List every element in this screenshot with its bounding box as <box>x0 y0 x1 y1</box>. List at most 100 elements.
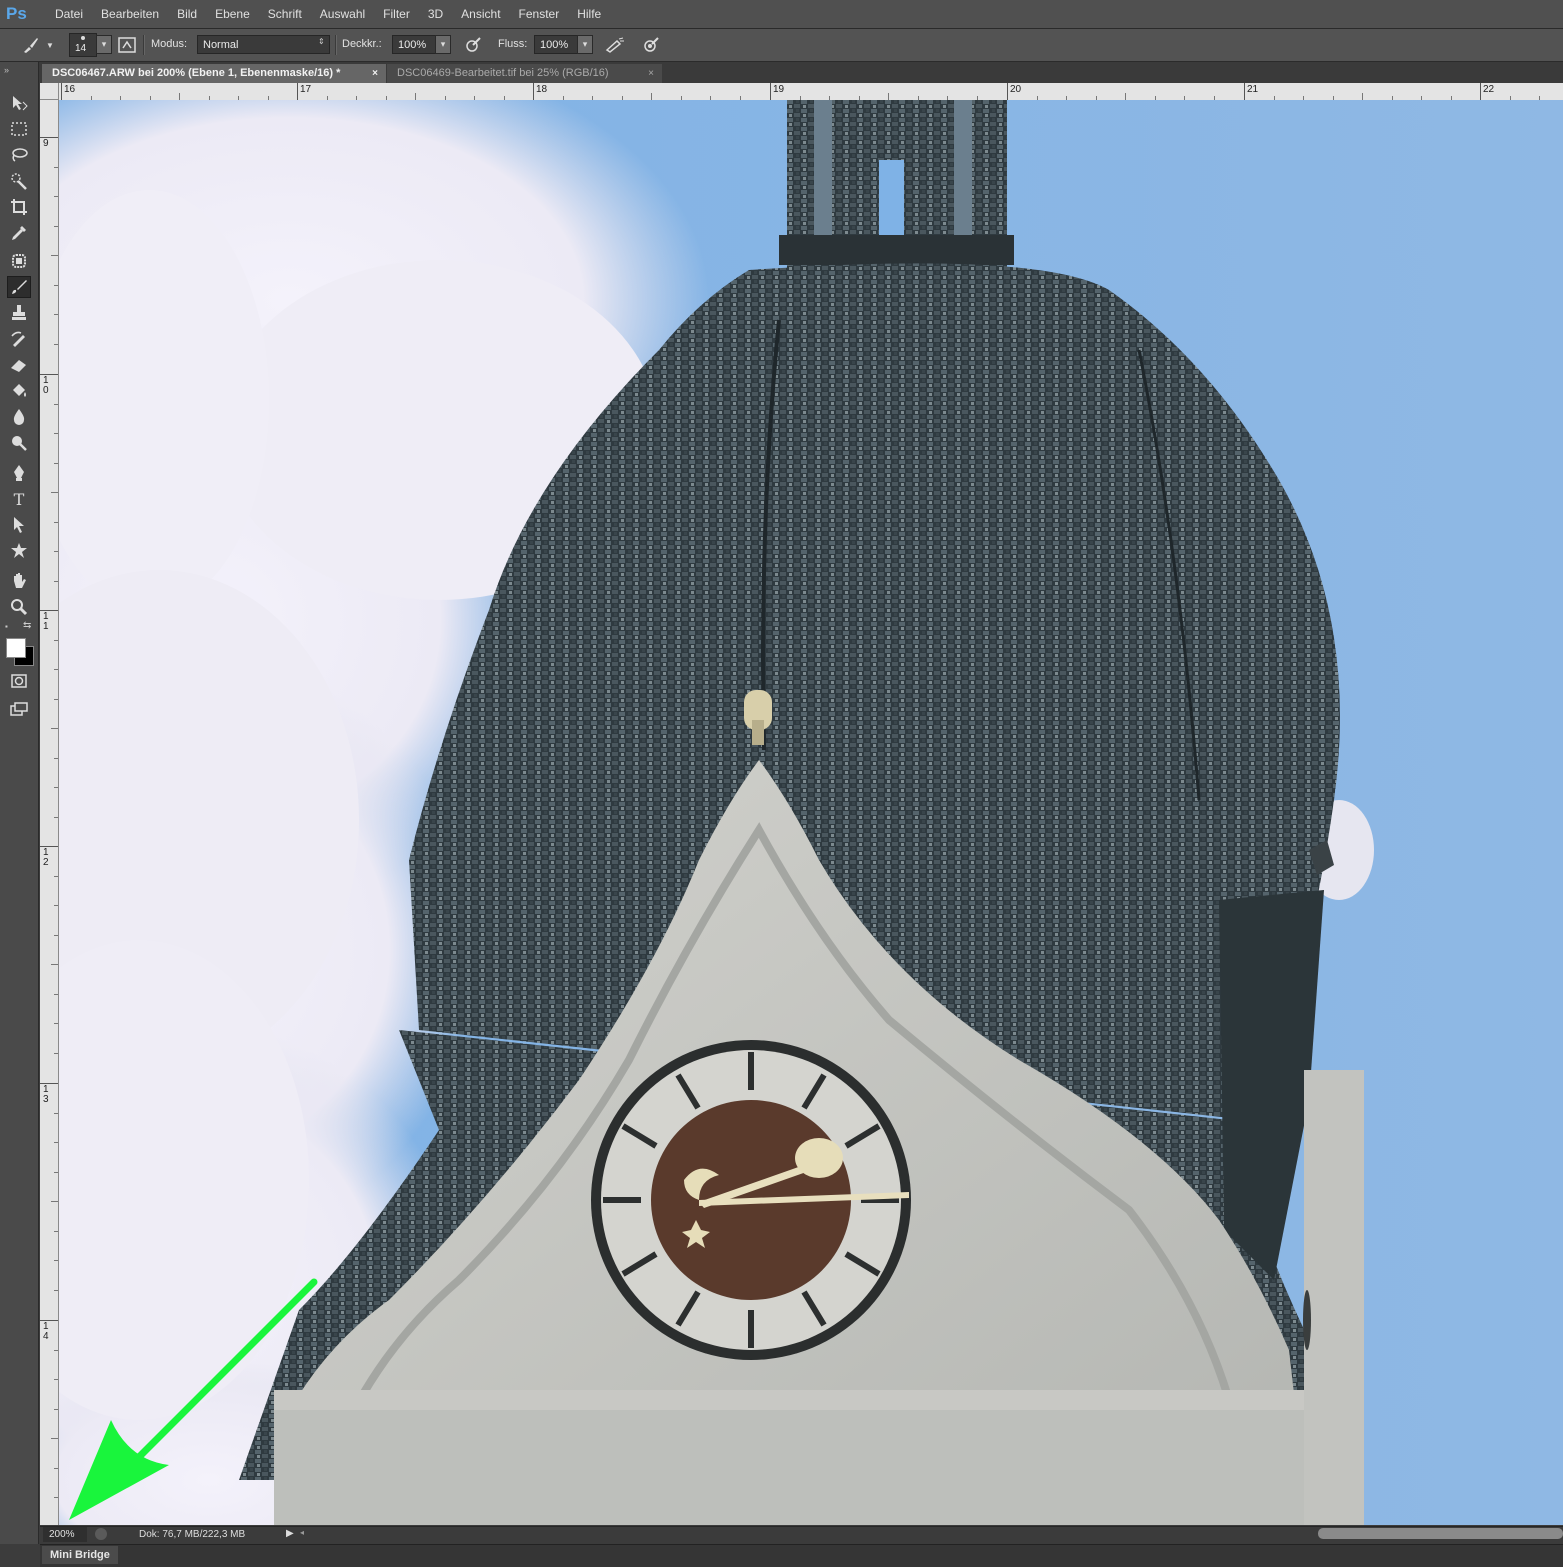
spot-healing-icon[interactable] <box>7 250 31 272</box>
horizontal-scrollbar-thumb[interactable] <box>1318 1528 1563 1539</box>
paint-bucket-icon[interactable] <box>7 380 31 402</box>
menu-bearbeiten[interactable]: Bearbeiten <box>92 0 168 28</box>
ruler-minor-tick <box>54 1053 58 1054</box>
brush-size-picker[interactable]: 14 <box>69 33 97 57</box>
clone-stamp-icon[interactable] <box>7 302 31 324</box>
ruler-minor-tick <box>54 522 58 523</box>
quick-selection-icon[interactable] <box>7 170 31 192</box>
ruler-minor-tick <box>54 551 58 552</box>
close-tab-icon[interactable]: × <box>648 64 654 83</box>
ruler-minor-tick <box>54 758 58 759</box>
move-tool-icon[interactable] <box>7 92 31 114</box>
ruler-minor-tick <box>888 93 889 100</box>
ruler-minor-tick <box>415 93 416 100</box>
ruler-minor-tick <box>54 1231 58 1232</box>
ruler-minor-tick <box>54 581 58 582</box>
path-selection-icon[interactable] <box>7 514 31 536</box>
ruler-minor-tick <box>54 935 58 936</box>
menu-schrift[interactable]: Schrift <box>259 0 311 28</box>
ruler-label: 9 <box>43 138 49 149</box>
menu-hilfe[interactable]: Hilfe <box>568 0 610 28</box>
ruler-minor-tick <box>54 226 58 227</box>
quick-mask-icon[interactable] <box>7 670 31 692</box>
brush-preset-dropdown-icon[interactable]: ▼ <box>44 34 56 56</box>
ruler-label: 22 <box>1483 84 1495 95</box>
pressure-size-icon[interactable] <box>640 34 662 56</box>
status-flyout-arrow-icon[interactable]: ▶ <box>286 1528 294 1539</box>
hand-icon[interactable] <box>7 570 31 592</box>
brush-tool-icon[interactable] <box>7 276 31 298</box>
menu-filter[interactable]: Filter <box>374 0 419 28</box>
blur-icon[interactable] <box>7 406 31 428</box>
brush-preset-icon[interactable] <box>18 34 44 56</box>
scroll-left-icon[interactable]: ◂ <box>300 1528 304 1537</box>
flow-input[interactable]: 100% <box>534 35 578 54</box>
rectangular-marquee-icon[interactable] <box>7 118 31 140</box>
brush-panel-icon[interactable] <box>116 34 138 56</box>
dodge-icon[interactable] <box>7 432 31 454</box>
mode-select-arrows-icon: ⇕ <box>318 37 325 46</box>
opacity-label: Deckkr.: <box>342 38 382 50</box>
ruler-minor-tick <box>54 640 58 641</box>
zoom-icon[interactable] <box>7 596 31 618</box>
brush-size-dropdown[interactable]: ▾ <box>96 35 112 54</box>
default-colors-icon[interactable]: ▪ <box>5 622 8 631</box>
airbrush-icon[interactable] <box>604 34 626 56</box>
opacity-input[interactable]: 100% <box>392 35 436 54</box>
foreground-color-swatch[interactable] <box>6 638 26 658</box>
pen-icon[interactable] <box>7 462 31 484</box>
ruler-minor-tick <box>54 1023 58 1024</box>
menu-ansicht[interactable]: Ansicht <box>452 0 509 28</box>
menu-ebene[interactable]: Ebene <box>206 0 259 28</box>
ruler-minor-tick <box>54 167 58 168</box>
ruler-minor-tick <box>54 817 58 818</box>
mini-bridge-tab[interactable]: Mini Bridge <box>42 1546 118 1564</box>
menu-fenster[interactable]: Fenster <box>510 0 569 28</box>
ruler-minor-tick <box>54 433 58 434</box>
brush-tip-icon <box>81 36 85 40</box>
pressure-opacity-icon[interactable] <box>462 34 484 56</box>
ruler-minor-tick <box>1362 93 1363 100</box>
close-tab-icon[interactable]: × <box>372 64 378 83</box>
ruler-minor-tick <box>54 285 58 286</box>
document-canvas[interactable] <box>59 100 1563 1525</box>
opacity-dropdown[interactable]: ▾ <box>435 35 451 54</box>
document-tab[interactable]: DSC06469-Bearbeitet.tif bei 25% (RGB/16)… <box>387 64 662 83</box>
ruler-minor-tick <box>51 1201 58 1202</box>
lasso-icon[interactable] <box>7 144 31 166</box>
panel-collapse-icon[interactable]: » <box>4 65 9 75</box>
ruler-label: 21 <box>1247 84 1259 95</box>
swap-colors-icon[interactable]: ⇆ <box>23 620 31 631</box>
menu-auswahl[interactable]: Auswahl <box>311 0 374 28</box>
menu-3d[interactable]: 3D <box>419 0 452 28</box>
ruler-label: 1 0 <box>43 375 49 396</box>
horizontal-ruler[interactable]: 16 17 18 19 20 21 22 <box>59 83 1563 101</box>
ruler-minor-tick <box>54 1142 58 1143</box>
eyedropper-icon[interactable] <box>7 222 31 244</box>
menu-bild[interactable]: Bild <box>168 0 206 28</box>
vertical-ruler[interactable]: 9 1 0 1 1 1 2 1 3 1 4 <box>40 100 59 1525</box>
ruler-minor-tick <box>54 463 58 464</box>
ruler-minor-tick <box>54 876 58 877</box>
mode-label: Modus: <box>151 38 188 50</box>
ruler-major-tick <box>297 83 298 100</box>
screen-mode-icon[interactable] <box>7 698 31 720</box>
crop-icon[interactable] <box>7 196 31 218</box>
custom-shape-icon[interactable] <box>7 540 31 562</box>
ruler-major-tick <box>533 83 534 100</box>
menu-datei[interactable]: Datei <box>46 0 92 28</box>
ruler-minor-tick <box>54 1350 58 1351</box>
document-tab-active[interactable]: DSC06467.ARW bei 200% (Ebene 1, Ebenenma… <box>42 64 386 83</box>
ruler-minor-tick <box>54 196 58 197</box>
type-tool-icon[interactable]: T <box>7 488 31 510</box>
flow-label: Fluss: <box>498 38 528 50</box>
mode-select[interactable]: Normal <box>197 35 330 54</box>
ruler-minor-tick <box>54 699 58 700</box>
zoom-level-field[interactable]: 200% <box>43 1527 87 1542</box>
eraser-icon[interactable] <box>7 354 31 376</box>
status-menu-icon[interactable] <box>95 1528 107 1540</box>
ruler-origin[interactable] <box>40 83 59 100</box>
flow-dropdown[interactable]: ▾ <box>577 35 593 54</box>
separator <box>143 35 145 55</box>
history-brush-icon[interactable] <box>7 328 31 350</box>
